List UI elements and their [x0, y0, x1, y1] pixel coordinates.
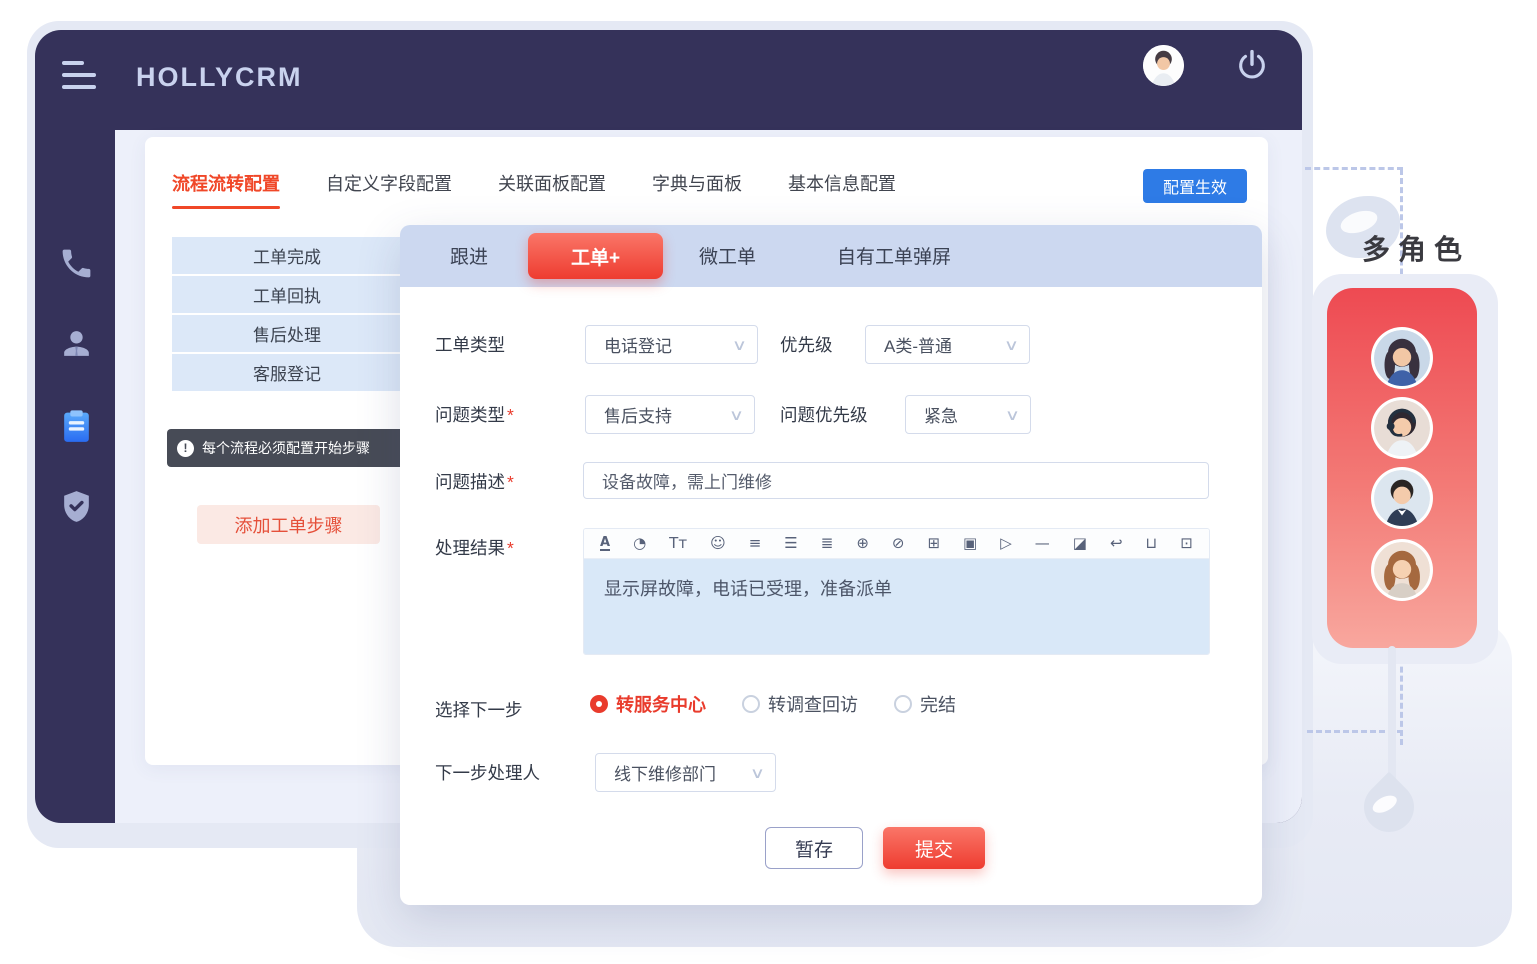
video-icon[interactable]: ▷: [1000, 536, 1012, 551]
drop-stem-decoration: [1388, 646, 1396, 788]
radio-survey-callback[interactable]: 转调查回访: [742, 691, 858, 717]
font-color-icon[interactable]: ◔: [633, 536, 646, 551]
roles-panel: [1327, 288, 1477, 648]
male-agent-avatar: [1371, 467, 1433, 529]
step-row-complete[interactable]: 工单完成: [172, 237, 428, 274]
next-step-radio-group: 转服务中心 转调查回访 完结: [590, 691, 956, 717]
chevron-down-icon: ∨: [729, 406, 744, 424]
issue-type-label: 问题类型*: [435, 402, 514, 427]
radio-unselected-icon: [742, 695, 760, 713]
radio-finish[interactable]: 完结: [894, 691, 956, 717]
tab-linked-panel[interactable]: 关联面板配置: [498, 170, 606, 209]
exclamation-icon: !: [177, 440, 194, 457]
radio-service-center[interactable]: 转服务中心: [590, 691, 706, 717]
issue-desc-input[interactable]: [583, 462, 1209, 499]
modal-tab-own-popup[interactable]: 自有工单弹屏: [837, 242, 951, 269]
next-handler-select[interactable]: 线下维修部门∨: [595, 753, 776, 792]
apply-config-button[interactable]: 配置生效: [1143, 169, 1247, 203]
editor-toolbar: A ◔ Tт ☺ ≡ ☰ ≣ ⊕ ⊘ ⊞ ▣ ▷ — ◪ ↩ ⊔ ⊡: [584, 529, 1209, 559]
text-style-icon[interactable]: A: [600, 536, 610, 551]
table-icon[interactable]: ⊞: [927, 536, 940, 551]
unlink-icon[interactable]: ⊘: [892, 536, 905, 551]
modal-tabbar: 跟进 工单+ 微工单 自有工单弹屏: [400, 225, 1262, 287]
step-row-register[interactable]: 客服登记: [172, 354, 428, 391]
sidebar-item-security[interactable]: [58, 488, 95, 525]
chevron-down-icon: ∨: [750, 764, 765, 782]
undo-icon[interactable]: ↩: [1110, 536, 1123, 551]
workflow-notice-tooltip: ! 每个流程必须配置开始步骤: [167, 429, 407, 467]
indent-icon[interactable]: ≡: [749, 536, 762, 551]
next-handler-label: 下一步处理人: [435, 760, 540, 785]
dashed-line: [1305, 167, 1403, 170]
submit-button[interactable]: 提交: [883, 827, 985, 869]
top-navbar: HOLLYCRM: [35, 30, 1302, 130]
order-type-label: 工单类型: [435, 332, 505, 357]
fullscreen-icon[interactable]: ⊡: [1180, 536, 1193, 551]
hamburger-menu-icon[interactable]: [62, 61, 98, 93]
tab-dictionary-panel[interactable]: 字典与面板: [652, 170, 742, 209]
tab-custom-fields[interactable]: 自定义字段配置: [326, 170, 452, 209]
save-draft-button[interactable]: 暂存: [765, 827, 863, 869]
link-icon[interactable]: ⊕: [856, 536, 869, 551]
sidebar: [35, 130, 115, 823]
modal-tab-followup[interactable]: 跟进: [450, 242, 488, 269]
chevron-down-icon: ∨: [1005, 406, 1020, 424]
logout-power-icon[interactable]: [1235, 48, 1269, 82]
sidebar-item-customers[interactable]: [58, 325, 95, 362]
font-size-icon[interactable]: Tт: [669, 536, 687, 551]
list-icon[interactable]: ≣: [821, 536, 834, 551]
next-step-label: 选择下一步: [435, 697, 523, 722]
priority-select[interactable]: A类-普通∨: [865, 325, 1030, 364]
notice-text: 每个流程必须配置开始步骤: [202, 438, 370, 458]
divider-icon[interactable]: —: [1035, 536, 1050, 551]
radio-selected-icon: [590, 695, 608, 713]
order-type-select[interactable]: 电话登记∨: [585, 325, 758, 364]
step-row-receipt[interactable]: 工单回执: [172, 276, 428, 313]
multi-role-label: 多角色: [1362, 228, 1470, 268]
chevron-down-icon: ∨: [732, 336, 747, 354]
issue-type-select[interactable]: 售后支持∨: [585, 395, 755, 434]
sidebar-item-phone[interactable]: [58, 245, 95, 282]
issue-priority-label: 问题优先级: [780, 402, 868, 427]
editor-content[interactable]: 显示屏故障，电话已受理，准备派单: [584, 559, 1209, 655]
add-step-button[interactable]: 添加工单步骤: [197, 505, 380, 544]
modal-tab-workorder-active[interactable]: 工单+: [528, 233, 663, 279]
image-icon[interactable]: ▣: [963, 536, 977, 551]
workorder-modal: 跟进 工单+ 微工单 自有工单弹屏 工单类型 电话登记∨ 优先级 A类-普通∨ …: [400, 225, 1262, 905]
brand-logo: HOLLYCRM: [136, 62, 303, 93]
step-row-aftersales[interactable]: 售后处理: [172, 315, 428, 352]
female-agent-2-avatar: [1371, 539, 1433, 601]
user-avatar[interactable]: [1143, 45, 1184, 86]
tab-flow-config[interactable]: 流程流转配置: [172, 170, 280, 209]
priority-label: 优先级: [780, 332, 833, 357]
modal-tab-micro-workorder[interactable]: 微工单: [699, 242, 756, 269]
workflow-step-list: 工单完成 工单回执 售后处理 客服登记: [172, 237, 428, 393]
emoji-icon[interactable]: ☺: [710, 536, 726, 551]
delete-icon[interactable]: ⊔: [1146, 536, 1158, 551]
sidebar-item-workorders-active[interactable]: [58, 408, 95, 445]
align-icon[interactable]: ☰: [784, 536, 797, 551]
result-richtext-editor[interactable]: A ◔ Tт ☺ ≡ ☰ ≣ ⊕ ⊘ ⊞ ▣ ▷ — ◪ ↩ ⊔ ⊡ 显示屏故障…: [583, 528, 1210, 655]
chevron-down-icon: ∨: [1004, 336, 1019, 354]
screen: HOLLYCRM: [0, 0, 1537, 964]
config-tabbar: 流程流转配置 自定义字段配置 关联面板配置 字典与面板 基本信息配置: [172, 170, 896, 209]
issue-desc-label: 问题描述*: [435, 469, 514, 494]
radio-unselected-icon: [894, 695, 912, 713]
female-agent-avatar: [1371, 327, 1433, 389]
issue-priority-select[interactable]: 紧急∨: [905, 395, 1031, 434]
result-label: 处理结果*: [435, 535, 514, 560]
headset-agent-avatar: [1371, 397, 1433, 459]
tab-basic-info[interactable]: 基本信息配置: [788, 170, 896, 209]
eraser-icon[interactable]: ◪: [1073, 536, 1087, 551]
